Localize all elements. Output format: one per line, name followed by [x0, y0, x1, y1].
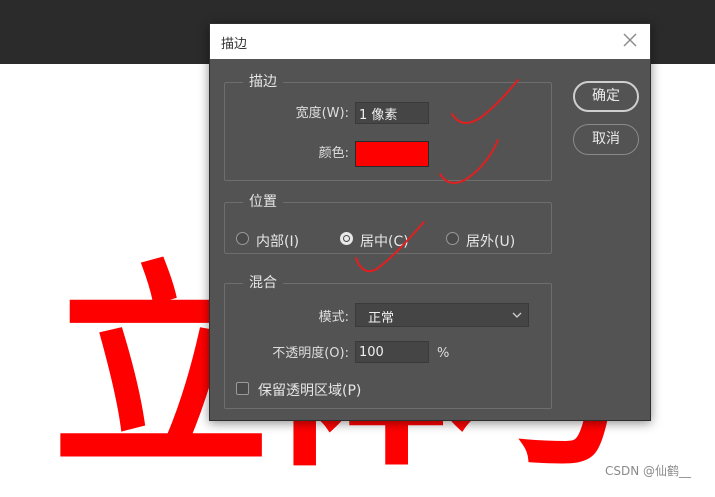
blend-mode-value: 正常 [368, 311, 395, 326]
color-label: 颜色: [318, 146, 349, 161]
stroke-dialog: 描边 描边 宽度(W): 颜色: 位置 内部(I) 居中(C) 居外(U) 混合… [209, 23, 651, 421]
position-group: 位置 内部(I) 居中(C) 居外(U) [224, 193, 552, 254]
radio-inside-indicator [236, 232, 249, 245]
opacity-unit: % [437, 346, 450, 361]
dialog-titlebar: 描边 [210, 24, 650, 59]
color-swatch[interactable] [355, 141, 429, 167]
radio-inside[interactable]: 内部(I) [236, 231, 326, 250]
width-input[interactable] [355, 102, 429, 124]
blend-group-legend: 混合 [243, 274, 283, 292]
opacity-label: 不透明度(O): [272, 346, 349, 361]
close-icon[interactable] [620, 30, 640, 50]
opacity-input[interactable] [355, 341, 429, 363]
radio-center-label: 居中(C) [360, 234, 409, 250]
preserve-transparency-checkbox[interactable]: 保留透明区域(P) [236, 380, 396, 399]
stroke-group: 描边 宽度(W): 颜色: [224, 73, 552, 181]
watermark: CSDN @仙鹤__ [605, 464, 692, 478]
mode-label: 模式: [318, 310, 349, 325]
cancel-button[interactable]: 取消 [573, 124, 639, 155]
dialog-title: 描边 [221, 37, 248, 52]
blend-group: 混合 模式: 正常 不透明度(O): % 保留透明区域(P) [224, 274, 552, 409]
radio-outside[interactable]: 居外(U) [446, 231, 542, 250]
chevron-down-icon [512, 312, 522, 318]
stroke-group-legend: 描边 [243, 73, 283, 91]
radio-outside-label: 居外(U) [466, 234, 516, 250]
radio-outside-indicator [446, 232, 459, 245]
preserve-transparency-box [236, 382, 249, 395]
radio-center[interactable]: 居中(C) [340, 231, 430, 250]
radio-inside-label: 内部(I) [256, 234, 300, 250]
blend-mode-select[interactable]: 正常 [355, 303, 529, 327]
width-label: 宽度(W): [295, 106, 349, 121]
preserve-transparency-label: 保留透明区域(P) [258, 383, 362, 399]
ok-button[interactable]: 确定 [573, 81, 639, 112]
radio-center-indicator [340, 232, 353, 245]
position-group-legend: 位置 [243, 193, 283, 211]
